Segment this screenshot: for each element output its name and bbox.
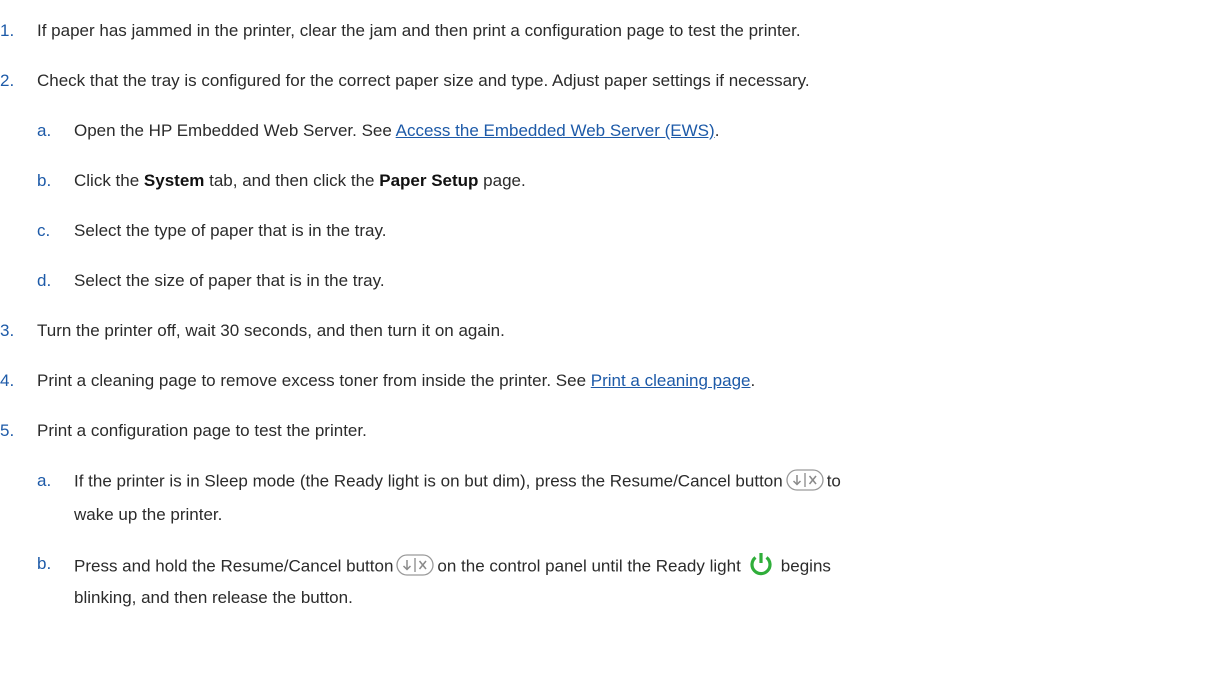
resume-cancel-icon bbox=[786, 469, 824, 491]
ews-access-link[interactable]: Access the Embedded Web Server (EWS) bbox=[396, 121, 715, 140]
step-text: If paper has jammed in the printer, clea… bbox=[37, 21, 801, 40]
substep-text-post: . bbox=[714, 121, 720, 140]
substep-text-line1: Press and hold the Resume/Cancel button … bbox=[74, 551, 831, 580]
cleaning-page-link[interactable]: Print a cleaning page bbox=[591, 371, 751, 390]
step-number: 5. bbox=[0, 421, 15, 440]
step-text-pre: Print a cleaning page to remove excess t… bbox=[37, 371, 591, 390]
step-number: 1. bbox=[0, 21, 15, 40]
resume-cancel-icon bbox=[396, 554, 435, 576]
text-part: begins bbox=[780, 556, 831, 576]
substep-text-line2: blinking, and then release the button. bbox=[74, 588, 353, 607]
step-text: Turn the printer off, wait 30 seconds, a… bbox=[37, 321, 505, 340]
step-text: Check that the tray is configured for th… bbox=[37, 71, 810, 90]
text-part: tab, and then click the bbox=[204, 171, 380, 190]
step-number: 4. bbox=[0, 371, 15, 390]
substep-letter: c. bbox=[37, 221, 51, 240]
substep-text-line1: If the printer is in Sleep mode (the Rea… bbox=[74, 469, 841, 493]
substep-letter: b. bbox=[37, 554, 52, 573]
step-text: Print a cleaning page to remove excess t… bbox=[37, 371, 755, 391]
step-text-post: . bbox=[750, 371, 756, 390]
text-part: If the printer is in Sleep mode (the Rea… bbox=[74, 471, 783, 491]
substep-text: Click the System tab, and then click the… bbox=[74, 171, 526, 191]
step-text: Print a configuration page to test the p… bbox=[37, 421, 367, 440]
substep-text: Select the type of paper that is in the … bbox=[74, 221, 387, 240]
text-part: on the control panel until the Ready lig… bbox=[437, 556, 741, 576]
text-part: Press and hold the Resume/Cancel button bbox=[74, 556, 394, 576]
substep-text-pre: Open the HP Embedded Web Server. See bbox=[74, 121, 396, 140]
substep-text-line2: wake up the printer. bbox=[74, 505, 223, 524]
substep-letter: b. bbox=[37, 171, 52, 190]
substep-letter: d. bbox=[37, 271, 52, 290]
step-number: 3. bbox=[0, 321, 15, 340]
substep-text: Select the size of paper that is in the … bbox=[74, 271, 385, 290]
system-tab-label: System bbox=[143, 171, 205, 190]
step-number: 2. bbox=[0, 71, 15, 90]
paper-setup-label: Paper Setup bbox=[379, 171, 479, 190]
text-part: Click the bbox=[74, 171, 144, 190]
text-part: to bbox=[826, 471, 841, 491]
text-part: page. bbox=[478, 171, 526, 190]
substep-text: Open the HP Embedded Web Server. See Acc… bbox=[74, 121, 719, 141]
substep-letter: a. bbox=[37, 471, 52, 490]
substep-letter: a. bbox=[37, 121, 52, 140]
power-icon bbox=[746, 551, 776, 577]
